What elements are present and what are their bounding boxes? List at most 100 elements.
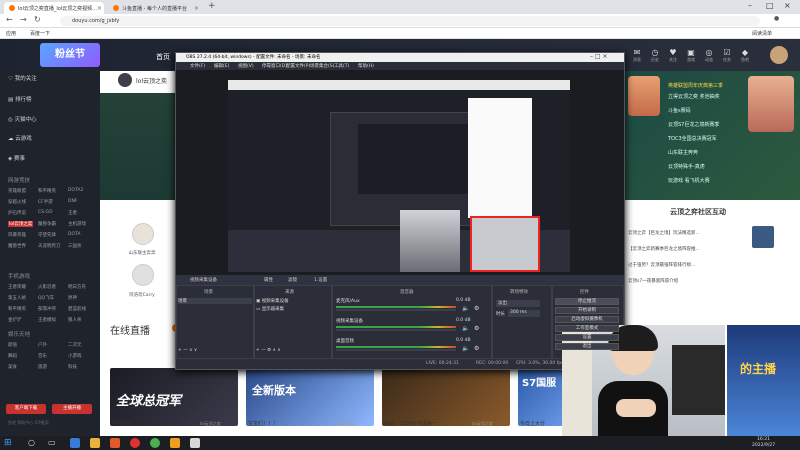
- sidebar-item-games[interactable]: 守望先锋: [38, 232, 56, 238]
- volume-slider[interactable]: [336, 349, 456, 351]
- sidebar-item-ent[interactable]: 旅游: [38, 364, 47, 370]
- live-card[interactable]: S7国服: [518, 368, 568, 426]
- tab-active[interactable]: lol云顶之奕直播_lol云顶之奕视频... ×: [4, 2, 104, 14]
- sidebar-item-games[interactable]: 魔兽世界: [8, 243, 26, 249]
- sidebar-item-mobile[interactable]: 王者荣耀: [8, 284, 26, 290]
- gear-icon[interactable]: ⚙: [474, 305, 479, 312]
- dynamic-icon[interactable]: ◎ 动态: [702, 48, 716, 63]
- recommend-row[interactable]: 【云顶之弈新赛季巨龙之境阵容推...: [628, 246, 700, 252]
- obs-window-controls[interactable]: – □ ×: [590, 53, 608, 60]
- sidebar-item-ent[interactable]: 美食: [8, 364, 17, 370]
- sidebar-item-games[interactable]: 穿越火线: [8, 199, 26, 205]
- game-icon[interactable]: ▣ 游戏: [684, 48, 698, 63]
- sidebar-item-mobile[interactable]: 金铲铲: [8, 317, 22, 323]
- sidebar-item-ent[interactable]: 小游戏: [68, 353, 82, 359]
- game-icon[interactable]: [170, 438, 180, 448]
- obs-menu-item[interactable]: 文件(F): [190, 63, 205, 69]
- promo-header[interactable]: 英雄联盟周年庆典第三季: [668, 82, 723, 89]
- sidebar-item-games[interactable]: lol云顶之奕: [8, 221, 34, 227]
- promo-item[interactable]: 云顶S7巨龙之境新赛季: [668, 121, 719, 128]
- task-icon[interactable]: ☑ 任务: [720, 48, 734, 63]
- scene-add-remove[interactable]: + — ∧ ∨: [178, 348, 197, 353]
- sidebar-item-mobile[interactable]: 明日方舟: [68, 284, 86, 290]
- client-download-button[interactable]: 客户端下载: [6, 404, 46, 414]
- start-stream-button[interactable]: 主播开播: [52, 404, 92, 414]
- sidebar-item-ent[interactable]: 舞蹈: [8, 353, 17, 359]
- speaker-icon[interactable]: 🔈: [462, 345, 469, 352]
- promo-item[interactable]: 斗鱼s赛码: [668, 107, 691, 114]
- source-item[interactable]: ▭ 显示器采集: [256, 306, 284, 312]
- sidebar-item-rank[interactable]: ▤ 排行榜: [8, 95, 31, 103]
- speaker-icon[interactable]: 🔈: [462, 325, 469, 332]
- nav-home[interactable]: 首页: [156, 52, 170, 62]
- bookmark-baidu[interactable]: 百度一下: [30, 30, 50, 37]
- settings-button[interactable]: 1.设置: [314, 277, 327, 283]
- gear-icon[interactable]: ⚙: [474, 325, 479, 332]
- tab-inactive[interactable]: 斗鱼直播 - 每个人的直播平台 ×: [108, 2, 204, 14]
- sidebar-item-games[interactable]: 魔兽争霸: [38, 221, 56, 227]
- sidebar-item-ent[interactable]: 颜值: [8, 342, 17, 348]
- obs-menu-item[interactable]: 工具(T): [334, 63, 349, 69]
- edge-icon[interactable]: [70, 438, 80, 448]
- search-icon[interactable]: ○: [28, 438, 38, 448]
- forward-icon[interactable]: →: [20, 15, 27, 24]
- recommend-row[interactable]: 过于强势？云顶最强阵容排行榜...: [628, 262, 695, 268]
- speaker-icon[interactable]: 🔈: [462, 305, 469, 312]
- chrome-icon[interactable]: [150, 438, 160, 448]
- sidebar-item-ent[interactable]: 音乐: [38, 353, 47, 359]
- live-card[interactable]: 全球总冠军: [110, 368, 238, 426]
- recommend-title[interactable]: 云顶之弈社区互动: [670, 207, 726, 217]
- recommend-thumb[interactable]: [752, 226, 774, 248]
- fishbar-icon[interactable]: ◆ 鱼吧: [738, 48, 752, 63]
- site-logo[interactable]: 粉丝节: [40, 43, 100, 67]
- close-window-icon[interactable]: ×: [784, 1, 791, 10]
- sidebar-item-mobile[interactable]: 和平精英: [8, 306, 26, 312]
- obs-control-button[interactable]: 开始录制: [555, 307, 619, 314]
- back-icon[interactable]: ←: [6, 15, 13, 24]
- card-title[interactable]: 宝宝们！！！: [248, 420, 278, 427]
- sidebar-item-games[interactable]: 三国杀: [68, 243, 82, 249]
- sidebar-item-mobile[interactable]: QQ飞车: [38, 295, 54, 301]
- sidebar-item-mobile[interactable]: 第五人格: [8, 295, 26, 301]
- url-input[interactable]: douyu.com/g_jxbfy: [60, 16, 760, 26]
- scene-item[interactable]: 场景: [178, 298, 252, 304]
- app-icon[interactable]: [190, 438, 200, 448]
- app-icon[interactable]: [110, 438, 120, 448]
- obs-menu-item[interactable]: 停靠窗口(D): [262, 63, 287, 69]
- anchor-avatar[interactable]: [132, 264, 154, 286]
- sidebar-item-games[interactable]: DOTA: [68, 232, 81, 237]
- taskview-icon[interactable]: ▭: [48, 438, 58, 448]
- sidebar-item-follow[interactable]: ♡ 我的关注: [8, 74, 37, 82]
- reading-list[interactable]: 阅读清单: [752, 30, 772, 37]
- obs-control-button[interactable]: 工作室模式: [555, 325, 619, 332]
- obs-canvas[interactable]: [228, 80, 570, 272]
- obs-menu-item[interactable]: 场景集合(S): [310, 63, 334, 69]
- sidebar-item-ent[interactable]: 二次元: [68, 342, 82, 348]
- sidebar-item-mobile[interactable]: 部落冲突: [38, 306, 56, 312]
- sidebar-item-games[interactable]: 风暴英雄: [8, 232, 26, 238]
- message-icon[interactable]: ✉ 消息: [630, 48, 644, 63]
- source-add-remove[interactable]: + — ⚙ ∧ ∨: [256, 348, 281, 353]
- obs-control-button[interactable]: 停止推流: [555, 298, 619, 305]
- sidebar-item-mobile[interactable]: 王者模拟: [38, 317, 56, 323]
- source-item[interactable]: ▣ 视频采集设备: [256, 298, 289, 304]
- history-icon[interactable]: ◷ 历史: [648, 48, 662, 63]
- side-banner[interactable]: [727, 325, 800, 436]
- obs-icon[interactable]: [130, 438, 140, 448]
- sidebar-item-ent[interactable]: 户外: [38, 342, 47, 348]
- volume-slider[interactable]: [336, 309, 456, 311]
- live-card[interactable]: 全新版本: [246, 368, 374, 426]
- windows-start-icon[interactable]: ⊞: [4, 438, 14, 448]
- properties-button[interactable]: 属性: [264, 277, 273, 283]
- promo-item[interactable]: 玩游戏 看飞机大赛: [668, 177, 710, 184]
- volume-slider[interactable]: [336, 329, 456, 331]
- transition-select[interactable]: 淡出: [496, 300, 540, 307]
- sidebar-item-mobile[interactable]: 原神: [68, 295, 77, 301]
- promo-item[interactable]: 云顶特殊手-真虎: [668, 163, 705, 170]
- gear-icon[interactable]: ⚙: [474, 345, 479, 352]
- obs-menu-item[interactable]: 配置文件(P): [286, 63, 310, 69]
- obs-menu-item[interactable]: 编辑(E): [214, 63, 229, 69]
- minimize-icon[interactable]: –: [748, 1, 752, 10]
- sidebar-item-games[interactable]: 英雄联盟: [8, 188, 26, 194]
- recommend-row[interactable]: 云顶s7一夜暴富阵容介绍: [628, 278, 678, 284]
